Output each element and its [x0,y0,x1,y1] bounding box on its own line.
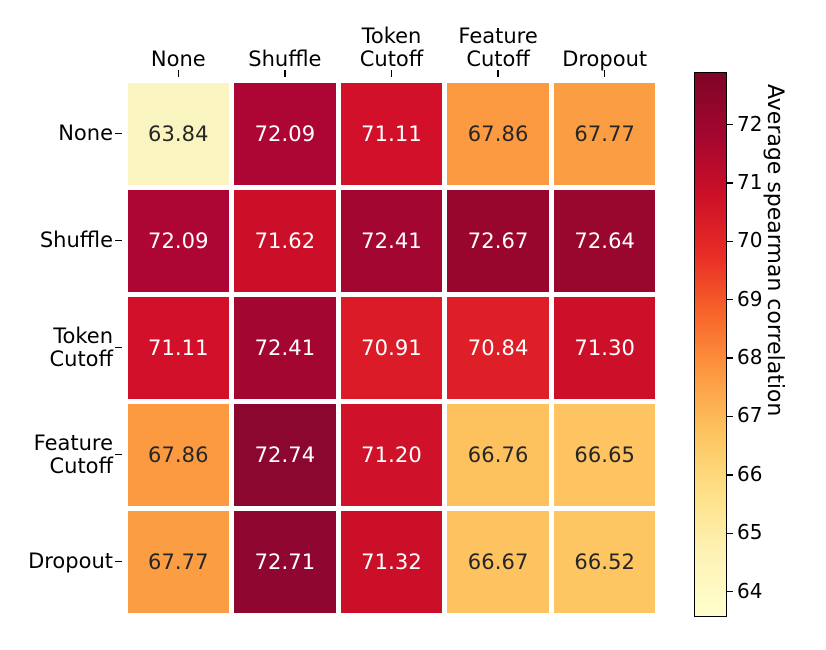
heatmap-cell: 71.62 [234,189,336,292]
column-header: Dropout [551,8,658,77]
colorbar-tick-mark [726,298,733,301]
heatmap-cell: 66.67 [447,510,549,613]
colorbar-tick-label: 64 [737,578,763,603]
heatmap-cell: 67.86 [447,82,549,185]
colorbar-tick-mark [726,182,733,184]
colorbar-tick-label: 65 [737,520,763,545]
colorbar-tick-mark [726,123,733,126]
column-header: Feature Cutoff [445,8,552,77]
colorbar-tick-mark [726,474,733,476]
heatmap-cell: 66.65 [553,403,656,506]
heatmap-cell: 71.32 [340,510,443,613]
heatmap-cell: 72.41 [340,189,443,292]
row-header: Token Cutoff [0,294,122,401]
row-header: Shuffle [0,187,122,294]
heatmap-figure: None Shuffle Token Cutoff Feature Cutoff Dro… [0,0,826,650]
column-header-label: Token Cutoff [359,24,424,71]
column-tick-mark [497,70,499,77]
heatmap-cell: 66.52 [553,510,656,613]
heatmap-cell: 66.76 [447,403,549,506]
colorbar-tick-label: 72 [737,111,763,136]
row-header: Dropout [0,508,122,615]
row-header: Feature Cutoff [0,401,122,508]
heatmap-cell: 67.77 [127,510,230,613]
column-tick-mark [177,70,180,77]
heatmap-cell: 72.71 [234,510,336,613]
row-tick-mark [115,560,122,563]
heatmap-cell: 71.20 [340,403,443,506]
row-tick-mark [115,346,122,349]
heatmap-cell: 72.41 [234,296,336,399]
heatmap-cell: 70.91 [340,296,443,399]
heatmap-cell: 67.86 [127,403,230,506]
colorbar-tick-mark [726,240,733,243]
column-header-label: Shuffle [248,46,322,71]
colorbar-gradient [695,73,726,616]
row-header-label: Token Cutoff [49,324,113,371]
row-tick-mark [115,453,122,456]
heatmap-cell: 71.30 [553,296,656,399]
colorbar-tick-mark [726,532,733,534]
column-header-label: None [150,46,206,71]
column-header-label: Dropout [562,46,648,71]
row-header-label: Feature Cutoff [33,431,113,478]
colorbar-tick-label: 67 [737,403,763,428]
heatmap-cell: 72.67 [447,189,549,292]
colorbar-tick-label: 66 [737,461,763,486]
row-tick-mark [115,132,122,135]
colorbar-tick-label: 69 [737,286,763,311]
colorbar-axis-label: Average spearman correlation [762,84,787,417]
colorbar-tick-label: 68 [737,345,763,370]
column-header: Shuffle [232,8,339,77]
colorbar-tick-mark [726,590,733,593]
heatmap-cell: 72.64 [553,189,656,292]
row-tick-mark [115,239,122,242]
heatmap-cell: 67.77 [553,82,656,185]
colorbar-tick-mark [726,415,733,418]
colorbar [694,72,727,617]
column-tick-mark [284,70,286,77]
heatmap-cell: 72.09 [234,82,336,185]
heatmap-cell: 71.11 [127,296,230,399]
column-tick-mark [603,70,606,77]
row-header-label: Shuffle [39,228,113,253]
column-tick-mark [390,70,393,77]
heatmap-cell: 72.09 [127,189,230,292]
heatmap-cell: 71.11 [340,82,443,185]
heatmap-cell: 70.84 [447,296,549,399]
column-header-label: Feature Cutoff [458,24,538,71]
row-header-label: Dropout [28,549,113,574]
heatmap-cell: 72.74 [234,403,336,506]
colorbar-tick-mark [726,357,733,359]
column-header: Token Cutoff [338,8,445,77]
colorbar-tick-label: 70 [737,228,763,253]
column-header: None [125,8,232,77]
row-header-label: None [58,121,113,146]
heatmap-cell: 63.84 [127,82,230,185]
row-header: None [0,80,122,187]
colorbar-tick-label: 71 [737,169,763,194]
